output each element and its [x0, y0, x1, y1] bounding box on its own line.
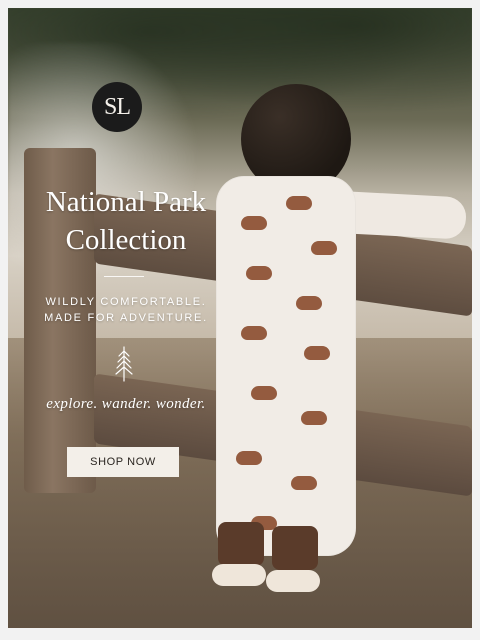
right-cuff	[272, 526, 318, 570]
left-shoe	[212, 564, 266, 586]
shop-now-button[interactable]: SHOP NOW	[67, 447, 179, 477]
child-photo	[212, 84, 468, 604]
logo-text: SL	[103, 93, 131, 120]
hero-banner: SL National Park Collection WILDLY COMFO…	[8, 8, 472, 628]
title-divider	[104, 276, 144, 277]
brand-monogram-icon: SL	[92, 82, 142, 132]
tagline-line-1: WILDLY COMFORTABLE.	[45, 296, 207, 308]
collection-title: National Park Collection	[26, 183, 226, 259]
pine-tree-icon	[115, 346, 133, 382]
bison-print-onesie	[216, 176, 356, 556]
title-line-1: National Park	[45, 186, 207, 218]
title-line-2: Collection	[65, 224, 187, 256]
tagline: WILDLY COMFORTABLE. MADE FOR ADVENTURE.	[26, 294, 226, 326]
right-shoe	[266, 570, 320, 592]
tagline-line-2: MADE FOR ADVENTURE.	[44, 312, 208, 324]
left-cuff	[218, 522, 264, 566]
script-slogan: explore. wander. wonder.	[46, 396, 206, 412]
